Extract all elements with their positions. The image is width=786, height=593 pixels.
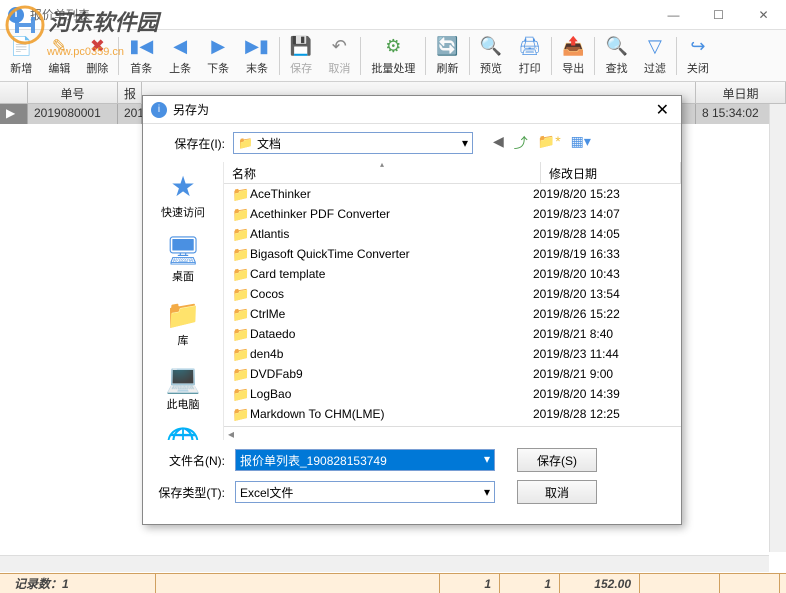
filename-input[interactable]: 报价单列表_190828153749▾: [235, 449, 495, 471]
window-title: 报价单列表: [30, 6, 90, 23]
file-item[interactable]: 📁LogBao2019/8/20 14:39: [224, 384, 681, 404]
view-menu-icon[interactable]: ▦▾: [571, 133, 591, 153]
toolbar-新增[interactable]: 📄新增: [2, 32, 40, 80]
location-combo[interactable]: 📁 文档 ▾: [233, 132, 473, 154]
toolbar-过滤[interactable]: ▽过滤: [636, 32, 674, 80]
title-bar: i 报价单列表 — ☐ ✕: [0, 0, 786, 30]
file-item[interactable]: 📁Dataedo2019/8/21 8:40: [224, 324, 681, 344]
toolbar-预览[interactable]: 🔍预览: [472, 32, 510, 80]
grid-col-selector[interactable]: [0, 82, 28, 103]
file-item[interactable]: 📁Cocos2019/8/20 13:54: [224, 284, 681, 304]
col-date[interactable]: 修改日期: [541, 162, 681, 183]
toolbar-查找[interactable]: 🔍查找: [597, 32, 635, 80]
sidebar-网络[interactable]: 🌐网络: [166, 426, 201, 440]
toolbar-刷新[interactable]: 🔄刷新: [428, 32, 466, 80]
filetype-combo[interactable]: Excel文件 ▾: [235, 481, 495, 503]
toolbar-打印[interactable]: 🖨打印: [510, 32, 549, 80]
toolbar-导出[interactable]: 📤导出: [554, 32, 592, 80]
file-item[interactable]: 📁Bigasoft QuickTime Converter2019/8/19 1…: [224, 244, 681, 264]
save-as-dialog: i 另存为 ✕ 保存在(I): 📁 文档 ▾ ◀ ⤴ 📁* ▦▾ ★快速访问 🖥桌…: [142, 95, 682, 525]
vertical-scrollbar[interactable]: [769, 104, 786, 552]
toolbar-编辑[interactable]: ✎编辑: [40, 32, 78, 80]
minimize-button[interactable]: —: [651, 0, 696, 30]
file-list-header: ▴ 名称 修改日期: [224, 162, 681, 184]
dialog-title-text: 另存为: [173, 101, 209, 118]
file-item[interactable]: 📁Markdown To CHM(LME)2019/8/28 12:25: [224, 404, 681, 424]
file-item[interactable]: 📁Acethinker PDF Converter2019/8/23 14:07: [224, 204, 681, 224]
sidebar-此电脑[interactable]: 💻此电脑: [166, 362, 201, 412]
filetype-label: 保存类型(T):: [157, 484, 225, 501]
dialog-title-bar: i 另存为 ✕: [143, 96, 681, 124]
maximize-button[interactable]: ☐: [696, 0, 741, 30]
chevron-down-icon: ▾: [484, 485, 490, 499]
record-count: 记录数：1: [6, 574, 156, 593]
file-item[interactable]: 📁CtrlMe2019/8/26 15:22: [224, 304, 681, 324]
cancel-button[interactable]: 取消: [517, 480, 597, 504]
folder-icon: 📁: [238, 136, 253, 150]
dialog-icon: i: [151, 102, 167, 118]
file-item[interactable]: 📁Card template2019/8/20 10:43: [224, 264, 681, 284]
sidebar-桌面[interactable]: 🖥桌面: [165, 234, 201, 284]
save-in-label: 保存在(I):: [157, 135, 225, 152]
filename-label: 文件名(N):: [157, 452, 225, 469]
toolbar-取消[interactable]: ↶取消: [320, 32, 358, 80]
file-item[interactable]: 📁den4b2019/8/23 11:44: [224, 344, 681, 364]
toolbar-删除[interactable]: ✖删除: [78, 32, 116, 80]
back-icon[interactable]: ◀: [493, 133, 504, 153]
file-item[interactable]: 📁AceThinker2019/8/20 15:23: [224, 184, 681, 204]
toolbar-关闭[interactable]: ↪关闭: [679, 32, 717, 80]
main-toolbar: 📄新增✎编辑✖删除▮◀首条◀上条▶下条▶▮末条💾保存↶取消⚙批量处理🔄刷新🔍预览…: [0, 30, 786, 82]
toolbar-批量处理[interactable]: ⚙批量处理: [363, 32, 423, 80]
dialog-close-button[interactable]: ✕: [652, 100, 673, 120]
file-list[interactable]: 📁AceThinker2019/8/20 15:23📁Acethinker PD…: [224, 184, 681, 426]
grid-col-date[interactable]: 单日期: [696, 82, 786, 103]
places-sidebar: ★快速访问 🖥桌面 📁库 💻此电脑 🌐网络: [143, 162, 223, 440]
new-folder-icon[interactable]: 📁*: [538, 133, 561, 153]
close-button[interactable]: ✕: [741, 0, 786, 30]
location-bar: 保存在(I): 📁 文档 ▾ ◀ ⤴ 📁* ▦▾: [143, 124, 681, 162]
status-bar: 记录数：1 1 1 152.00: [0, 573, 786, 593]
file-item[interactable]: 📁DVDFab92019/8/21 9:00: [224, 364, 681, 384]
grid-col-2[interactable]: 报: [118, 82, 142, 103]
up-icon[interactable]: ⤴: [514, 133, 528, 153]
sidebar-快速访问[interactable]: ★快速访问: [161, 170, 205, 220]
sidebar-库[interactable]: 📁库: [166, 298, 201, 348]
save-button[interactable]: 保存(S): [517, 448, 597, 472]
toolbar-保存[interactable]: 💾保存: [282, 32, 320, 80]
horizontal-scroll-indicator[interactable]: ◂: [224, 426, 681, 440]
file-item[interactable]: 📁Atlantis2019/8/28 14:05: [224, 224, 681, 244]
chevron-down-icon: ▾: [462, 136, 468, 150]
toolbar-首条[interactable]: ▮◀首条: [121, 32, 161, 80]
toolbar-上条[interactable]: ◀上条: [161, 32, 199, 80]
app-icon: i: [8, 7, 24, 23]
horizontal-scrollbar[interactable]: [0, 555, 769, 572]
grid-col-id[interactable]: 单号: [28, 82, 118, 103]
toolbar-末条[interactable]: ▶▮末条: [237, 32, 277, 80]
col-name[interactable]: ▴ 名称: [224, 162, 541, 183]
toolbar-下条[interactable]: ▶下条: [199, 32, 237, 80]
